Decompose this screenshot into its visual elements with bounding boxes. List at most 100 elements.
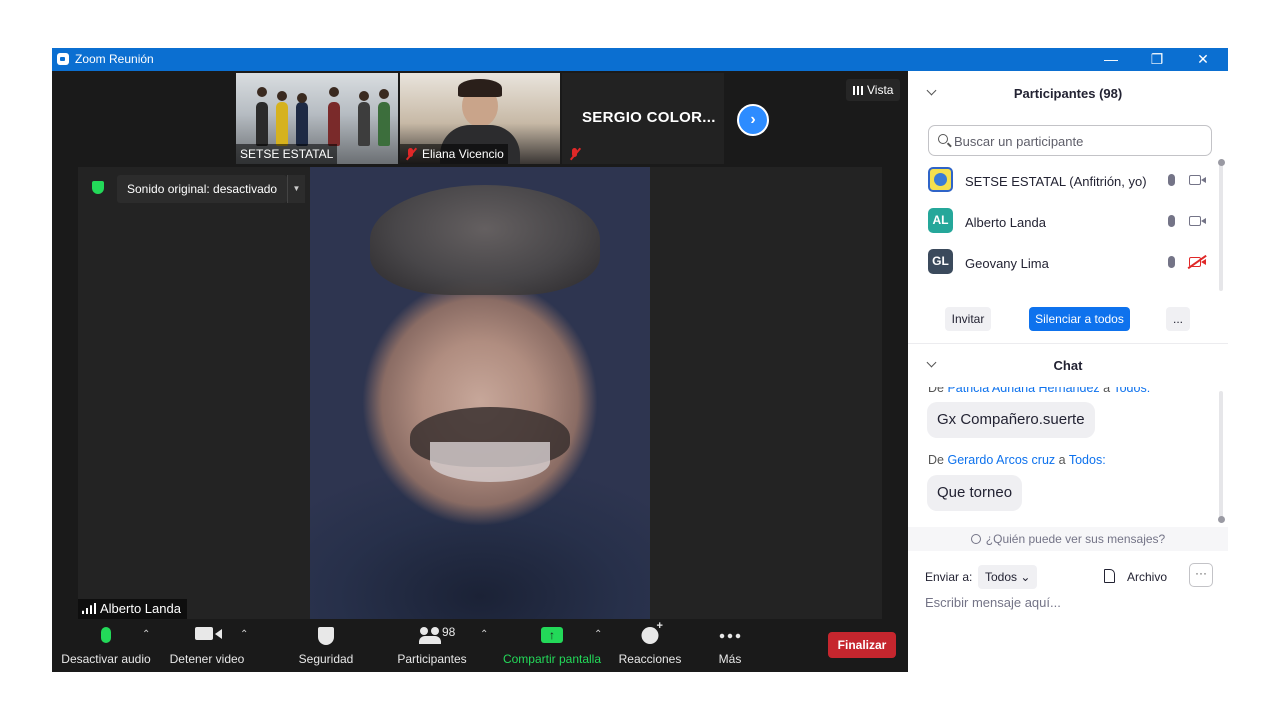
minimize-button[interactable]: — [1088, 48, 1134, 71]
chat-message-input[interactable] [925, 591, 1215, 613]
chat-bubble: Que torneo [927, 475, 1023, 511]
thumbnail-sergio[interactable]: SERGIO COLOR... [562, 73, 724, 164]
audio-options-chevron[interactable]: ⌃ [142, 629, 152, 640]
avatar: AL [928, 208, 953, 233]
meta-prefix: De [928, 453, 944, 467]
invite-button[interactable]: Invitar [945, 307, 991, 331]
chat-message-meta: De Patricia Adriana Hernández a Todos: [928, 387, 1150, 395]
participant-name: Geovany Lima [965, 256, 1049, 271]
group-photo-figure [296, 102, 308, 146]
maximize-button[interactable]: ❐ [1134, 48, 1180, 71]
send-to-dropdown[interactable]: Todos ⌄ [978, 565, 1038, 589]
file-icon[interactable] [1104, 569, 1115, 583]
speaker-name: Alberto Landa [100, 601, 181, 616]
participant-row[interactable]: GL Geovany Lima [928, 245, 1212, 277]
muted-mic-icon [404, 147, 418, 161]
mute-all-button[interactable]: Silenciar a todos [1029, 307, 1130, 331]
participants-more-button[interactable]: ... [1166, 307, 1190, 331]
video-camera-icon [195, 627, 213, 640]
video-camera-off-icon[interactable] [1189, 257, 1206, 267]
reactions-button[interactable]: Reacciones [614, 619, 686, 672]
who-can-see-messages[interactable]: ¿Quién puede ver sus mensajes? [908, 527, 1228, 551]
signal-strength-icon [82, 603, 96, 614]
share-screen-button[interactable]: ↑ Compartir pantalla [500, 619, 604, 672]
participants-options-chevron[interactable]: ⌃ [480, 629, 490, 640]
speaker-video-feed [310, 167, 650, 619]
participants-scrollbar[interactable] [1219, 163, 1223, 291]
participant-name: Alberto Landa [965, 215, 1046, 230]
scroll-indicator [1218, 159, 1225, 166]
send-to-label: Enviar a: [925, 570, 973, 584]
more-icon [719, 633, 741, 639]
sender-name[interactable]: Gerardo Arcos cruz [947, 453, 1055, 467]
title-bar: Zoom Reunión — ❐ ✕ [52, 48, 1228, 71]
video-camera-icon[interactable] [1189, 175, 1206, 185]
more-button[interactable]: Más [704, 619, 756, 672]
chat-scrollbar[interactable] [1219, 391, 1223, 519]
security-button[interactable]: Seguridad [292, 619, 360, 672]
thumbnail-eliana-vicencio[interactable]: Eliana Vicencio [400, 73, 560, 164]
end-meeting-button[interactable]: Finalizar [828, 632, 896, 658]
window-title: Zoom Reunión [75, 52, 154, 66]
microphone-icon[interactable] [1168, 256, 1175, 268]
microphone-icon[interactable] [1168, 215, 1175, 227]
zoom-window: Zoom Reunión — ❐ ✕ SETSE ESTATAL Eliana … [52, 48, 1228, 672]
scroll-indicator [1218, 516, 1225, 523]
group-photo-figure [328, 102, 340, 146]
mute-audio-label: Desactivar audio [61, 652, 151, 666]
chat-title: Chat [1053, 358, 1083, 373]
avatar [928, 167, 953, 192]
original-sound-toggle[interactable]: Sonido original: desactivado [117, 175, 288, 203]
meta-prefix: De [928, 387, 944, 395]
participant-hair [458, 79, 502, 97]
participant-row[interactable]: AL Alberto Landa [928, 204, 1212, 236]
thumbnail-name-text: Eliana Vicencio [422, 147, 504, 161]
avatar: GL [928, 249, 953, 274]
mute-audio-button[interactable]: Desactivar audio [60, 619, 152, 672]
next-page-button[interactable]: › [737, 104, 769, 136]
group-photo-figure [378, 102, 390, 146]
who-can-see-text: ¿Quién puede ver sus mensajes? [985, 532, 1166, 546]
participant-search[interactable] [928, 125, 1212, 156]
stop-video-button[interactable]: Detener video [164, 619, 250, 672]
participants-title: Participantes (98) [1013, 86, 1123, 101]
reactions-label: Reacciones [618, 652, 682, 666]
recipient-name[interactable]: Todos: [1069, 453, 1106, 467]
video-camera-icon[interactable] [1189, 216, 1206, 226]
chat-more-button[interactable]: ··· [1189, 563, 1213, 587]
sender-name[interactable]: Patricia Adriana Hernández [947, 387, 1099, 395]
shield-icon [92, 181, 104, 194]
microphone-icon [101, 627, 111, 643]
thumbnail-name: SERGIO COLOR... [582, 109, 716, 126]
chat-messages: De Patricia Adriana Hernández a Todos: G… [908, 387, 1228, 525]
zoom-app-icon [57, 53, 69, 65]
group-photo-head [329, 87, 339, 97]
group-photo-figure [256, 102, 268, 146]
group-photo-figure [358, 102, 370, 146]
recipient-name[interactable]: Todos: [1113, 387, 1150, 395]
video-options-chevron[interactable]: ⌃ [240, 629, 250, 640]
main-video: Sonido original: desactivado ▼ Alberto L… [78, 167, 882, 619]
view-button[interactable]: Vista [846, 79, 901, 101]
share-screen-icon: ↑ [541, 627, 563, 643]
reaction-icon [641, 620, 663, 644]
chat-message-meta: De Gerardo Arcos cruz a Todos: [928, 453, 1106, 467]
muted-mic-icon [568, 147, 582, 161]
send-to-value: Todos [985, 570, 1018, 584]
participant-row[interactable]: SETSE ESTATAL (Anfitrión, yo) [928, 163, 1212, 195]
participants-button[interactable]: 98 Participantes [392, 619, 472, 672]
group-photo-head [297, 93, 307, 103]
share-options-chevron[interactable]: ⌃ [594, 629, 604, 640]
group-photo-head [359, 91, 369, 101]
search-input[interactable] [954, 132, 1204, 150]
shield-icon [318, 627, 334, 645]
meeting-toolbar: Desactivar audio ⌃ Detener video ⌃ Segur… [52, 619, 908, 672]
thumbnail-setse-estatal[interactable]: SETSE ESTATAL [236, 73, 398, 164]
participants-count: 98 [442, 625, 456, 639]
microphone-icon[interactable] [1168, 174, 1175, 186]
chevron-down-icon[interactable]: ▼ [287, 175, 305, 203]
security-label: Seguridad [298, 652, 354, 666]
file-button[interactable]: Archivo [1127, 565, 1167, 589]
speaker-mouth [430, 442, 550, 482]
close-window-button[interactable]: ✕ [1180, 48, 1226, 71]
